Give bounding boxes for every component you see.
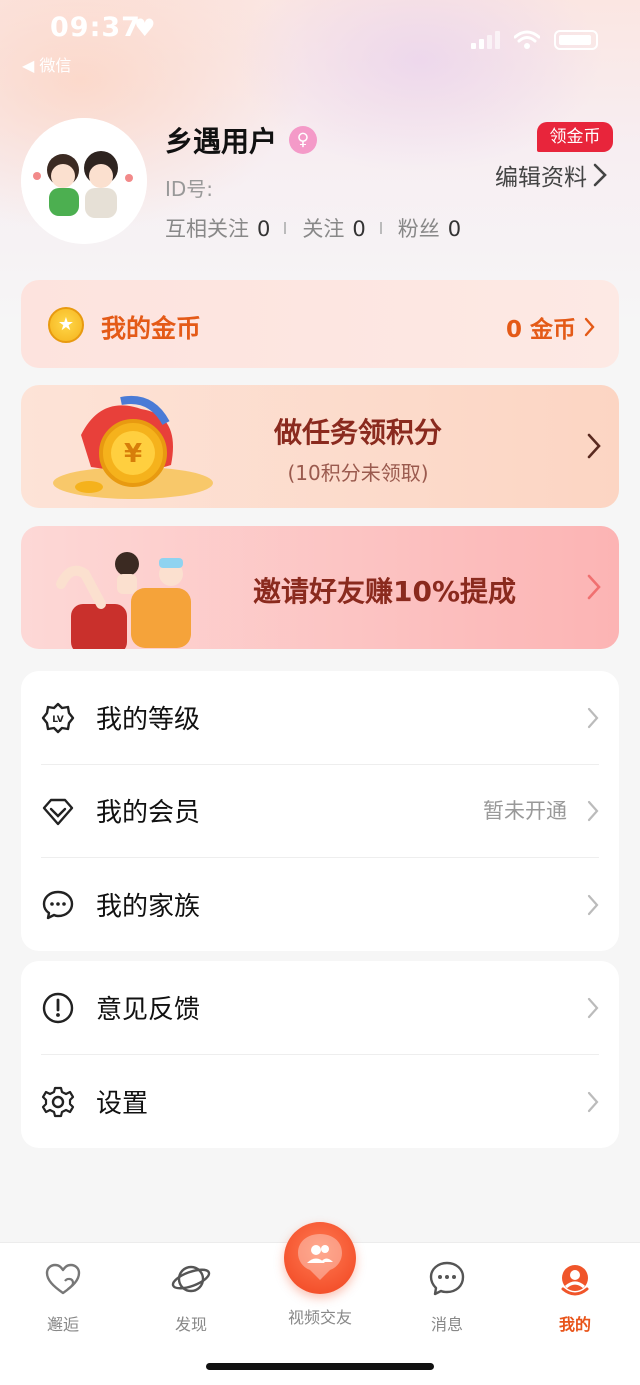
menu-item-settings[interactable]: 设置 [21, 1055, 619, 1148]
menu-item-label: 我的家族 [96, 892, 201, 922]
user-id: ID号: [165, 177, 214, 201]
my-coins-title: 我的金币 [101, 314, 202, 343]
svg-text:¥: ¥ [124, 439, 142, 469]
tab-discover[interactable]: 发现 [141, 1259, 241, 1335]
stat-divider [379, 222, 382, 234]
claim-coins-badge[interactable]: 领金币 [537, 122, 613, 152]
exclamation-circle-icon [42, 992, 74, 1024]
followers-stat[interactable]: 粉丝 0 [398, 213, 461, 243]
task-points-card[interactable]: ¥ 做任务领积分 (10积分未领取) [21, 385, 619, 508]
signal-icon [471, 31, 500, 49]
status-time: 09:37 [50, 12, 141, 43]
following-stat[interactable]: 关注 0 [302, 213, 365, 243]
menu-group-main: LV 我的等级 我的会员 暂未开通 我的家族 [21, 671, 619, 951]
invite-friends-illustration [56, 552, 191, 649]
diamond-icon [42, 798, 74, 826]
back-to-app-link[interactable]: ◀ 微信 [22, 52, 71, 76]
chevron-right-icon [587, 894, 599, 916]
tab-label: 邂逅 [46, 1315, 79, 1334]
tab-messages[interactable]: 消息 [397, 1259, 497, 1335]
planet-icon [171, 1265, 211, 1293]
svg-text:LV: LV [52, 715, 63, 725]
menu-item-membership[interactable]: 我的会员 暂未开通 [21, 764, 619, 857]
coin-icon: ★ [48, 307, 84, 343]
coin-bag-illustration: ¥ [53, 396, 213, 499]
tab-label: 消息 [430, 1315, 463, 1334]
task-subtitle: (10积分未领取) [287, 461, 429, 485]
chevron-right-icon [584, 317, 595, 337]
video-friends-button[interactable] [284, 1222, 356, 1294]
chevron-right-icon [593, 163, 607, 187]
my-coins-card[interactable]: ★ 我的金币 0 金币 [21, 280, 619, 368]
tab-label: 我的 [558, 1315, 591, 1334]
invite-friends-card[interactable]: 邀请好友赚10%提成 [21, 526, 619, 649]
status-icons [471, 30, 598, 50]
edit-profile-button[interactable]: 编辑资料 [495, 158, 607, 192]
mutual-follow-stat[interactable]: 互相关注 0 [165, 213, 270, 243]
menu-item-label: 设置 [96, 1089, 149, 1119]
gear-icon [41, 1086, 75, 1118]
chevron-right-icon [587, 707, 599, 729]
profile-icon [561, 1265, 589, 1296]
coin-amount: 0 金币 [506, 310, 595, 344]
membership-status: 暂未开通 [483, 799, 567, 823]
menu-group-settings: 意见反馈 设置 [21, 961, 619, 1148]
menu-item-feedback[interactable]: 意见反馈 [21, 961, 619, 1054]
battery-icon [554, 30, 598, 50]
follow-stats: 互相关注 0 关注 0 粉丝 0 [165, 213, 461, 243]
tab-label: 发现 [174, 1315, 207, 1334]
stat-divider [284, 222, 287, 234]
female-gender-icon: ♀ [289, 126, 317, 154]
heart-icon [45, 1263, 81, 1295]
wifi-icon [514, 30, 540, 49]
chat-bubble-icon [42, 890, 74, 920]
tab-mine[interactable]: 我的 [525, 1259, 625, 1335]
video-friends-icon [298, 1234, 342, 1280]
chevron-right-icon [587, 800, 599, 822]
heart-status-icon: ♥ [134, 14, 156, 42]
avatar[interactable] [21, 118, 147, 244]
menu-item-label: 意见反馈 [96, 995, 201, 1025]
home-indicator[interactable] [206, 1363, 434, 1370]
chevron-right-icon [587, 433, 601, 459]
chevron-right-icon [587, 574, 601, 600]
menu-item-label: 我的会员 [96, 798, 201, 828]
edit-profile-label: 编辑资料 [495, 165, 587, 191]
username: 乡遇用户 [165, 125, 278, 158]
menu-item-label: 我的等级 [96, 705, 201, 735]
task-title: 做任务领积分 [273, 416, 442, 449]
message-icon [429, 1261, 465, 1296]
tab-label-video-friends[interactable]: 视频交友 [270, 1304, 370, 1328]
chevron-right-icon [587, 997, 599, 1019]
level-badge-icon: LV [41, 702, 75, 734]
chevron-right-icon [587, 1091, 599, 1113]
tab-encounter[interactable]: 邂逅 [13, 1259, 113, 1335]
menu-item-family[interactable]: 我的家族 [21, 858, 619, 951]
invite-title: 邀请好友赚10%提成 [253, 575, 517, 608]
menu-item-level[interactable]: LV 我的等级 [21, 671, 619, 764]
